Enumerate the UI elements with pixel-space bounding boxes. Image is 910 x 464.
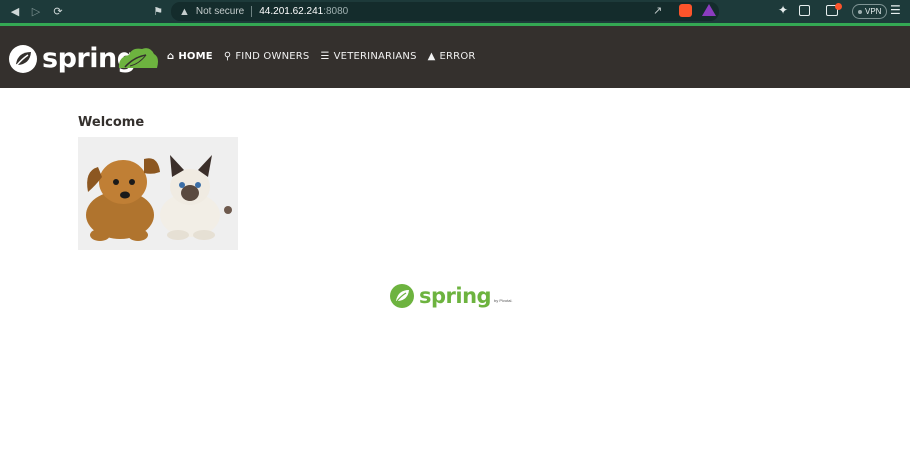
warning-icon: ▲ (179, 5, 190, 18)
url-divider (251, 6, 253, 17)
address-bar[interactable]: ▲ Not secure 44.201.62.241 :8080 (171, 2, 719, 21)
spring-footer-icon (390, 284, 414, 308)
browser-toolbar: ◀ ▷ ⟳ ⚑ ▲ Not secure 44.201.62.241 :8080… (0, 0, 910, 23)
footer-brand-name: spring (419, 284, 492, 308)
notification-badge (835, 3, 842, 10)
spring-logo-icon (9, 44, 37, 73)
back-icon[interactable]: ◀ (7, 3, 23, 19)
leaf-logo-icon (116, 44, 160, 77)
vpn-label: VPN (865, 7, 882, 16)
extensions-icon[interactable]: ✦ (778, 3, 788, 17)
sidebar-icon[interactable] (799, 5, 810, 16)
nav-veterinarians-label: VETERINARIANS (333, 51, 417, 62)
nav-find-owners-label: FIND OWNERS (235, 51, 310, 62)
main-nav: ⌂ HOME ⚲ FIND OWNERS ☰ VETERINARIANS ▲ E… (167, 51, 476, 62)
pets-image (78, 137, 238, 250)
url-port: :8080 (323, 6, 349, 17)
nav-home[interactable]: ⌂ HOME (167, 51, 213, 62)
footer-logo: spring (389, 283, 492, 309)
reload-icon[interactable]: ⟳ (50, 3, 66, 19)
page-title: Welcome (78, 115, 145, 130)
nav-error[interactable]: ▲ ERROR (428, 51, 476, 62)
bookmark-icon[interactable]: ⚑ (150, 3, 166, 19)
list-icon: ☰ (320, 51, 330, 62)
home-icon: ⌂ (167, 51, 175, 62)
nav-find-owners[interactable]: ⚲ FIND OWNERS (224, 51, 310, 62)
footer-by-pivotal: by Pivotal. (494, 298, 513, 303)
brave-shields-icon[interactable] (679, 4, 692, 17)
search-icon: ⚲ (223, 51, 232, 62)
app-navbar: spring ⌂ HOME ⚲ FIND OWNERS ☰ VETERINARI… (0, 26, 910, 88)
vpn-button[interactable]: VPN (852, 4, 888, 19)
brave-rewards-icon[interactable] (702, 4, 716, 16)
url-host: 44.201.62.241 (259, 6, 324, 17)
menu-icon[interactable]: ☰ (890, 3, 901, 17)
forward-icon[interactable]: ▷ (28, 3, 44, 19)
nav-error-label: ERROR (439, 51, 476, 62)
nav-home-label: HOME (178, 51, 213, 62)
nav-veterinarians[interactable]: ☰ VETERINARIANS (320, 51, 416, 62)
vpn-status-dot (858, 9, 862, 14)
share-icon[interactable]: ↗ (653, 4, 662, 17)
security-label: Not secure (195, 6, 245, 17)
warning-icon: ▲ (427, 51, 436, 62)
